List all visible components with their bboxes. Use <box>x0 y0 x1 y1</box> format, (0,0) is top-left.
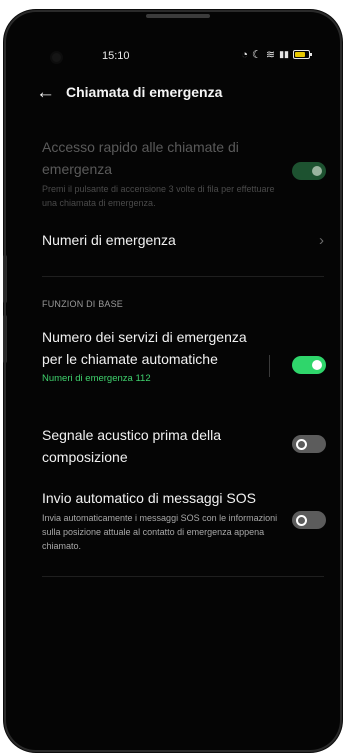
app-header: ← Chiamata di emergenza <box>36 80 326 104</box>
setting-quick-access: Accesso rapido alle chiamate di emergenz… <box>42 136 326 210</box>
quick-access-toggle <box>292 162 326 180</box>
divider <box>42 276 324 277</box>
setting-auto-sos[interactable]: Invio automatico di messaggi SOS Invia a… <box>42 487 326 553</box>
arrow-left-icon[interactable]: ← <box>36 83 66 102</box>
setting-title: Numeri di emergenza <box>42 232 176 248</box>
setting-subtitle: Numeri di emergenza 112 <box>42 373 151 384</box>
setting-title: Invio automatico di messaggi SOS <box>42 490 256 506</box>
page-title: Chiamata di emergenza <box>66 84 223 100</box>
alarm-icon: ◔ <box>241 48 248 61</box>
phone-frame: 15:10 ◔ ☾ ≋ ▮▮ ← Chiamata di emergenza A… <box>6 12 340 750</box>
setting-auto-service-number[interactable]: Numero dei servizi di emergenza per le c… <box>42 326 326 386</box>
status-icons: ◔ ☾ ≋ ▮▮ <box>241 48 312 61</box>
setting-emergency-numbers[interactable]: Numeri di emergenza › <box>42 229 326 255</box>
signal-icon: ▮▮ <box>279 49 289 59</box>
setting-beep-before-dial[interactable]: Segnale acustico prima della composizion… <box>42 424 326 468</box>
status-time: 15:10 <box>102 50 130 62</box>
do-not-disturb-icon: ☾ <box>252 49 262 61</box>
wifi-icon: ≋ <box>265 49 276 61</box>
auto-sos-toggle[interactable] <box>292 511 326 529</box>
front-camera <box>52 53 61 62</box>
setting-title: Numero dei servizi di emergenza per le c… <box>42 329 247 367</box>
setting-subtitle: Premi il pulsante di accensione 3 volte … <box>42 184 275 208</box>
section-label: FUNZION DI BASE <box>42 299 124 309</box>
setting-title: Segnale acustico prima della composizion… <box>42 427 221 465</box>
speaker-grille <box>146 14 210 18</box>
battery-icon <box>293 50 312 59</box>
auto-service-number-toggle[interactable] <box>292 356 326 374</box>
beep-toggle[interactable] <box>292 435 326 453</box>
divider <box>42 576 324 577</box>
setting-subtitle: Invia automaticamente i messaggi SOS con… <box>42 513 278 551</box>
volume-button <box>3 255 7 303</box>
chevron-right-icon: › <box>319 232 324 249</box>
volume-button <box>3 315 7 363</box>
separator <box>269 355 270 377</box>
setting-title: Accesso rapido alle chiamate di emergenz… <box>42 139 239 177</box>
